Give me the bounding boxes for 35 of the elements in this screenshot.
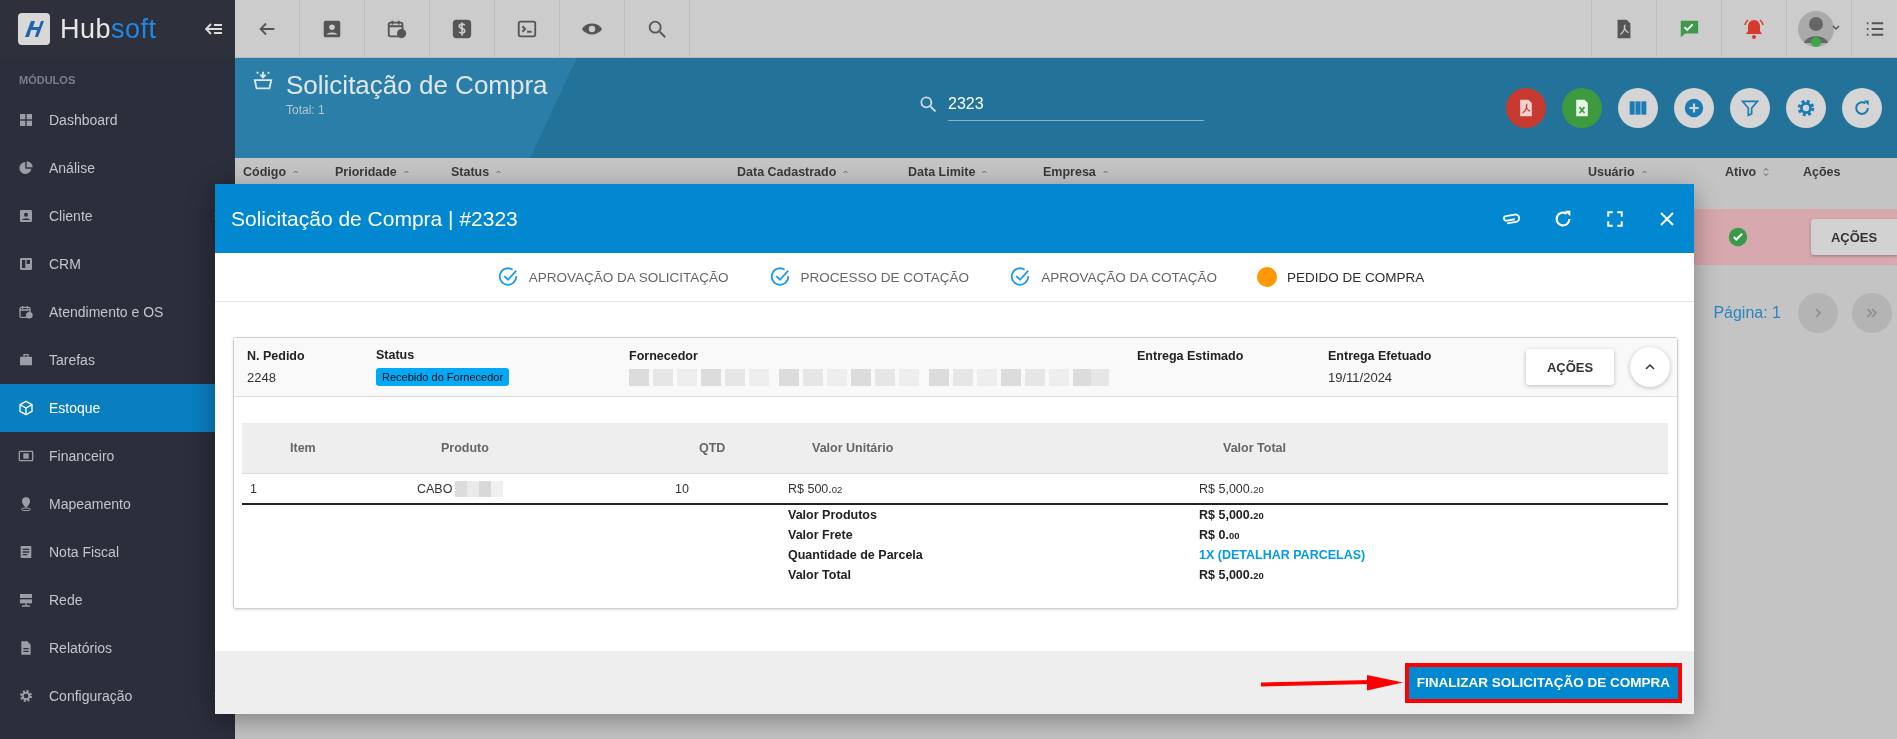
step-label: APROVAÇÃO DA COTAÇÃO: [1041, 269, 1217, 285]
field-label: N. Pedido: [247, 348, 306, 363]
section-label: MÓDULOS: [18, 73, 77, 88]
table-cell: R$ 500.02: [788, 481, 843, 496]
table-cell: R$ 5,000.20: [1199, 481, 1264, 496]
step-label: PROCESSO DE COTAÇÃO: [800, 269, 970, 285]
column-header: Item: [289, 441, 316, 455]
logo-text: Hubsoft: [60, 13, 158, 45]
field-value: 2248: [247, 368, 277, 386]
column-header: QTD: [698, 441, 726, 455]
modal-title: Solicitação de Compra | #2323: [231, 206, 519, 231]
table-cell: 1: [250, 481, 257, 496]
field-label: Entrega Estimado: [1137, 348, 1245, 363]
step-label: APROVAÇÃO DA SOLICITAÇÃO: [528, 269, 729, 285]
table-cell: CABO: [417, 481, 453, 496]
total-label: Valor Total: [788, 568, 851, 582]
table-cell: 10: [675, 481, 689, 496]
total-label: Quantidade de Parcela: [788, 548, 923, 562]
total-label: Valor Frete: [788, 528, 853, 542]
column-header: Valor Unitário: [811, 441, 894, 455]
step-label: PEDIDO DE COMPRA: [1286, 269, 1425, 285]
field-label: Entrega Efetuado: [1328, 348, 1433, 363]
field-label: Status: [376, 348, 416, 362]
total-value: R$ 0.00: [1199, 528, 1240, 542]
page-indicator: Página: 1: [1713, 304, 1781, 322]
column-header: Produto: [440, 441, 489, 455]
column-header: Valor Total: [1222, 441, 1286, 455]
field-label: Fornecedor: [629, 348, 699, 363]
total-value: R$ 5,000.20: [1199, 508, 1264, 522]
total-label: Valor Produtos: [788, 508, 877, 522]
total-value: R$ 5,000.20: [1199, 568, 1264, 582]
status-badge: Recebido do Fornecedor: [376, 368, 510, 386]
field-value: 19/11/2024: [1328, 368, 1394, 386]
page-title: Solicitação de Compra: [286, 70, 548, 101]
total-count: Total: 1: [286, 103, 326, 117]
